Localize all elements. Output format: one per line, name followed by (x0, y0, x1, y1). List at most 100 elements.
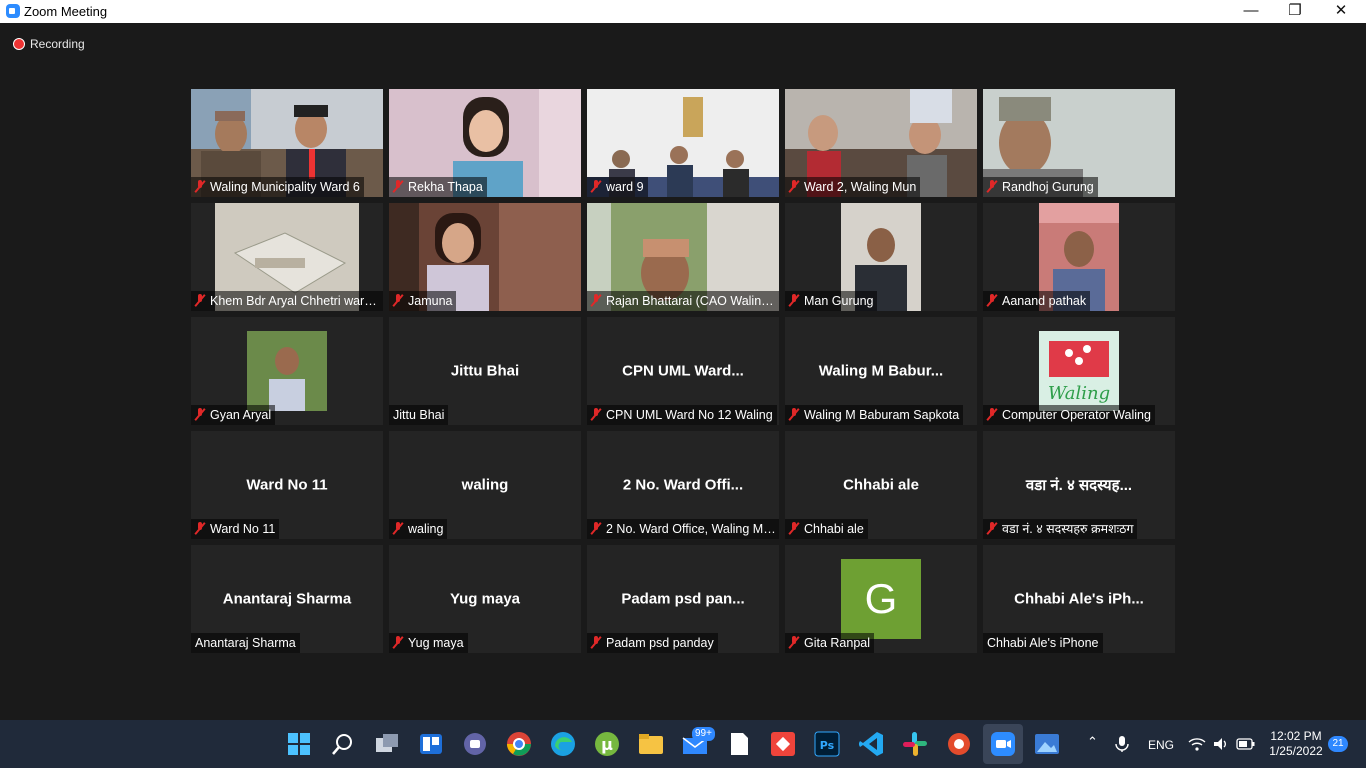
participant-name: Gyan Aryal (191, 405, 276, 425)
participant-tile[interactable]: Khem Bdr Aryal Chhetri ward 13 (191, 203, 383, 311)
participant-tile[interactable]: Man Gurung (785, 203, 977, 311)
windows-start-icon[interactable] (285, 730, 313, 758)
edge-icon[interactable] (549, 730, 577, 758)
teams-chat-icon[interactable] (461, 730, 489, 758)
participant-tile[interactable]: ward 9 (587, 89, 779, 197)
notepad-icon[interactable] (725, 730, 753, 758)
task-view-icon[interactable] (373, 730, 401, 758)
widgets-icon[interactable] (417, 730, 445, 758)
photos-icon[interactable] (1033, 730, 1061, 758)
participant-display-name: Yug maya (449, 590, 521, 608)
participant-tile[interactable]: Anantaraj Sharma Anantaraj Sharma (191, 545, 383, 653)
system-clock[interactable]: 12:02 PM 1/25/2022 (1262, 729, 1330, 759)
participant-tile[interactable]: Jamuna (389, 203, 581, 311)
taskbar: µ 99+ Ps ⌃ ENG 12:02 PM 1/25/2022 (0, 720, 1366, 768)
participant-tile[interactable]: Chhabi ale Chhabi ale (785, 431, 977, 539)
clock-time: 12:02 PM (1270, 729, 1322, 743)
participant-tile[interactable]: Yug maya Yug maya (389, 545, 581, 653)
mail-badge: 99+ (692, 727, 715, 741)
participant-name: Waling Municipality Ward 6 (191, 177, 364, 197)
slack-icon[interactable] (901, 730, 929, 758)
participant-display-name: Chhabi Ale's iPh... (1014, 590, 1144, 608)
zoom-icon[interactable] (989, 730, 1017, 758)
participant-tile[interactable]: Ward 2, Waling Mun (785, 89, 977, 197)
recording-indicator[interactable]: Recording (13, 37, 85, 51)
mic-muted-icon (591, 636, 601, 649)
participant-tile[interactable]: Ward No 11 Ward No 11 (191, 431, 383, 539)
title-bar: Zoom Meeting — ❐ ✕ (0, 0, 1366, 23)
participant-name: Randhoj Gurung (983, 177, 1098, 197)
chevron-up-icon[interactable]: ⌃ (1087, 734, 1098, 750)
recording-label: Recording (30, 37, 85, 51)
participant-display-name: Chhabi ale (843, 476, 919, 494)
participant-tile[interactable]: Waling M Babur... Waling M Baburam Sapko… (785, 317, 977, 425)
svg-text:Waling: Waling (1048, 383, 1110, 404)
search-icon[interactable] (329, 730, 357, 758)
participant-name: Yug maya (389, 633, 468, 653)
participant-tile[interactable]: Waling Municipality Ward 6 (191, 89, 383, 197)
participant-tile[interactable]: Chhabi Ale's iPh... Chhabi Ale's iPhone (983, 545, 1175, 653)
participant-name: Chhabi ale (785, 519, 868, 539)
participant-tile[interactable]: CPN UML Ward... CPN UML Ward No 12 Walin… (587, 317, 779, 425)
mic-muted-icon (591, 294, 601, 307)
utorrent-icon[interactable]: µ (593, 730, 621, 758)
chrome-icon[interactable] (505, 730, 533, 758)
participant-tile[interactable]: वडा नं. ४ सदस्यह... वडा नं. ४ सदस्यहरु क… (983, 431, 1175, 539)
avatar: G (841, 559, 921, 639)
wifi-icon[interactable] (1188, 736, 1206, 752)
remote-icon[interactable] (945, 730, 973, 758)
svg-text:Ps: Ps (820, 739, 835, 752)
participant-display-name: Padam psd pan... (621, 590, 745, 608)
maximize-button[interactable]: ❐ (1272, 0, 1318, 23)
participant-tile[interactable]: 2 No. Ward Offi... 2 No. Ward Office, Wa… (587, 431, 779, 539)
minimize-button[interactable]: — (1228, 0, 1274, 23)
close-button[interactable]: ✕ (1318, 0, 1364, 23)
participant-tile[interactable]: Rekha Thapa (389, 89, 581, 197)
participant-display-name: वडा नं. ४ सदस्यह... (1025, 477, 1133, 494)
participant-tile[interactable]: Jittu Bhai Jittu Bhai (389, 317, 581, 425)
participant-name: Anantaraj Sharma (191, 633, 300, 653)
mic-muted-icon (987, 180, 997, 193)
participant-display-name: Ward No 11 (246, 476, 328, 494)
participant-tile[interactable]: waling waling (389, 431, 581, 539)
participant-name: Gita Ranpal (785, 633, 875, 653)
language-indicator[interactable]: ENG (1148, 738, 1174, 752)
file-explorer-icon[interactable] (637, 730, 665, 758)
anydesk-icon[interactable] (769, 730, 797, 758)
record-dot-icon (13, 38, 25, 50)
participant-tile[interactable]: Waling Computer Operator Waling (983, 317, 1175, 425)
mic-muted-icon (789, 180, 799, 193)
participant-display-name: Waling M Babur... (818, 362, 944, 380)
participant-name: Man Gurung (785, 291, 878, 311)
zoom-logo-icon (6, 4, 20, 18)
mic-muted-icon (393, 522, 403, 535)
participant-name: Aanand pathak (983, 291, 1091, 311)
microphone-icon[interactable] (1114, 735, 1130, 753)
photoshop-icon[interactable]: Ps (813, 730, 841, 758)
mic-muted-icon (195, 294, 205, 307)
participant-name: Khem Bdr Aryal Chhetri ward 13 (191, 291, 383, 311)
mic-muted-icon (987, 522, 997, 535)
svg-text:µ: µ (601, 735, 613, 754)
volume-icon[interactable] (1212, 736, 1230, 752)
battery-icon[interactable] (1236, 737, 1256, 751)
clock-date: 1/25/2022 (1269, 744, 1323, 758)
mic-muted-icon (393, 180, 403, 193)
participant-display-name: Jittu Bhai (450, 362, 520, 380)
participant-name: CPN UML Ward No 12 Waling (587, 405, 777, 425)
mic-muted-icon (591, 408, 601, 421)
notification-count-badge[interactable]: 21 (1328, 736, 1348, 752)
participant-tile[interactable]: Padam psd pan... Padam psd panday (587, 545, 779, 653)
participant-tile[interactable]: Aanand pathak (983, 203, 1175, 311)
participant-tile[interactable]: Rajan Bhattarai (CAO Waling Municipality… (587, 203, 779, 311)
participant-display-name: Anantaraj Sharma (222, 590, 352, 608)
participant-name: Ward No 11 (191, 519, 280, 539)
waling-logo-image: Waling (1039, 331, 1119, 411)
participant-name: ward 9 (587, 177, 648, 197)
participant-tile[interactable]: G Gita Ranpal (785, 545, 977, 653)
participant-tile[interactable]: Randhoj Gurung (983, 89, 1175, 197)
vscode-icon[interactable] (857, 730, 885, 758)
participant-tile[interactable]: Gyan Aryal (191, 317, 383, 425)
mic-muted-icon (393, 636, 403, 649)
participant-name: 2 No. Ward Office, Waling Municipality (587, 519, 779, 539)
